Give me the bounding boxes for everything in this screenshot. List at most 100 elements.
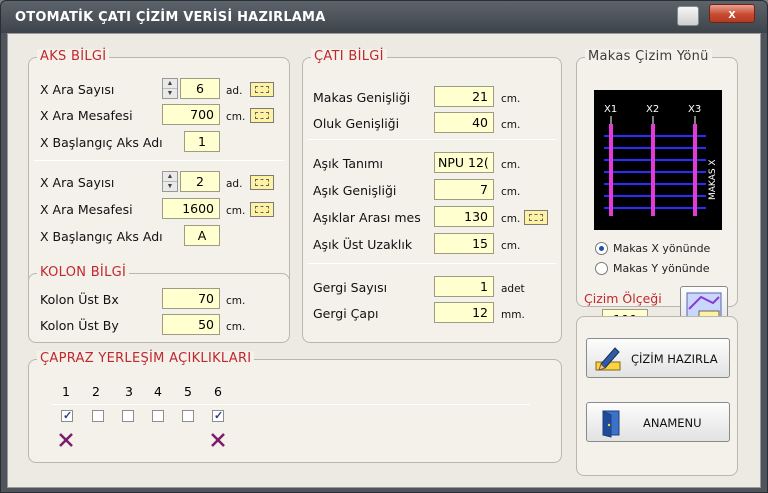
pencil-ruler-icon (595, 347, 621, 371)
makas-gen-unit: cm. (501, 93, 521, 105)
anamenu-label: ANAMENU (643, 416, 702, 430)
capraz-col-3: 3 (125, 384, 133, 399)
makas-preview: X1 X2 X3 MAKAS X (594, 90, 722, 230)
x-count-spinner[interactable]: ▲ ▼ (162, 78, 178, 99)
kolon-by-field[interactable]: 50 (162, 314, 220, 335)
cati-bilgi-legend: ÇATI BİLGİ (311, 49, 387, 64)
x-dist-label: X Ara Mesafesi (40, 108, 133, 123)
asik-ust-unit: cm. (501, 240, 521, 252)
cross-brace-icon-6 (211, 433, 225, 447)
gergi-sayi-unit: adet (501, 283, 525, 295)
oluk-gen-field[interactable]: 40 (434, 112, 494, 133)
makas-preview-drawing: X1 X2 X3 MAKAS X (604, 104, 718, 216)
y-start-field[interactable]: A (184, 225, 220, 246)
y-dist-edit-icon[interactable] (250, 202, 274, 217)
makas-gen-field[interactable]: 21 (434, 86, 494, 107)
x-count-unit: ad. (226, 85, 243, 97)
asik-ara-label: Aşıklar Arası mes (313, 210, 421, 225)
radio-makas-x-label: Makas X yönünde (613, 242, 711, 255)
capraz-col-2: 2 (92, 384, 100, 399)
kolon-bx-label: Kolon Üst Bx (40, 292, 119, 307)
asik-ust-field[interactable]: 15 (434, 233, 494, 254)
y-count-unit: ad. (226, 178, 243, 190)
capraz-checkbox-1[interactable] (61, 409, 73, 422)
asik-tanim-field[interactable]: NPU 12( (434, 152, 494, 173)
asik-ara-field[interactable]: 130 (434, 206, 494, 227)
cati-separator-1 (308, 139, 556, 140)
asik-ara-edit-icon[interactable] (524, 210, 548, 225)
gergi-sayi-field[interactable]: 1 (434, 276, 494, 297)
preview-label-x3: X3 (688, 104, 701, 115)
makas-gen-label: Makas Genişliği (313, 90, 411, 105)
aks-separator (34, 160, 284, 161)
kolon-bilgi-legend: KOLON BİLGİ (37, 265, 130, 280)
cati-separator-2 (308, 263, 556, 264)
gergi-sayi-label: Gergi Sayısı (313, 280, 388, 295)
capraz-checkbox-2[interactable] (92, 410, 104, 422)
capraz-group: ÇAPRAZ YERLEŞİM AÇIKLIKLARI (28, 351, 562, 463)
y-dist-label: X Ara Mesafesi (40, 202, 133, 217)
capraz-checkbox-5[interactable] (182, 410, 194, 422)
preview-side-label: MAKAS X (708, 159, 718, 200)
x-count-edit-icon[interactable] (250, 82, 274, 97)
x-start-field[interactable]: 1 (184, 131, 220, 152)
kolon-by-label: Kolon Üst By (40, 318, 119, 333)
makas-yonu-legend: Makas Çizim Yönü (585, 49, 712, 64)
capraz-checkbox-3[interactable] (122, 410, 134, 422)
x-count-label: X Ara Sayısı (40, 82, 115, 97)
x-dist-field[interactable]: 700 (162, 104, 220, 125)
aks-bilgi-legend: AKS BİLGİ (37, 49, 110, 64)
kolon-bx-unit: cm. (226, 295, 246, 307)
cross-brace-icon-1 (59, 433, 73, 447)
gergi-cap-field[interactable]: 12 (434, 302, 494, 323)
oluk-gen-label: Oluk Genişliği (313, 116, 400, 131)
window-title: OTOMATİK ÇATI ÇİZİM VERİSİ HAZIRLAMA (15, 10, 326, 25)
y-count-edit-icon[interactable] (250, 175, 274, 190)
close-button[interactable]: x (709, 4, 755, 23)
gergi-cap-unit: mm. (501, 309, 525, 321)
exit-door-icon (602, 410, 620, 438)
capraz-checkbox-6[interactable] (212, 409, 224, 422)
y-dist-field[interactable]: 1600 (162, 198, 220, 219)
y-count-spinner[interactable]: ▲ ▼ (162, 171, 178, 192)
minimize-button[interactable] (677, 6, 699, 26)
capraz-col-5: 5 (184, 384, 192, 399)
title-bar: OTOMATİK ÇATI ÇİZİM VERİSİ HAZIRLAMA x (1, 1, 767, 33)
capraz-checkbox-4[interactable] (152, 410, 164, 422)
cizim-hazirla-label: ÇİZİM HAZIRLA (631, 352, 718, 366)
y-count-field[interactable]: 2 (180, 171, 220, 192)
y-dist-unit: cm. (226, 205, 246, 217)
radio-makas-y-label: Makas Y yönünde (613, 262, 710, 275)
capraz-col-6: 6 (214, 384, 222, 399)
y-count-label: X Ara Sayısı (40, 175, 115, 190)
x-count-field[interactable]: 6 (180, 78, 220, 99)
y-start-label: X Başlangıç Aks Adı (40, 229, 163, 244)
asik-tanim-label: Aşık Tanımı (313, 156, 384, 171)
asik-gen-unit: cm. (501, 186, 521, 198)
asik-gen-field[interactable]: 7 (434, 179, 494, 200)
asik-ust-label: Aşık Üst Uzaklık (313, 237, 413, 252)
preview-label-x1: X1 (604, 104, 617, 115)
preview-label-x2: X2 (646, 104, 659, 115)
capraz-col-4: 4 (154, 384, 162, 399)
oluk-gen-unit: cm. (501, 119, 521, 131)
capraz-legend: ÇAPRAZ YERLEŞİM AÇIKLIKLARI (37, 351, 255, 366)
asik-gen-label: Aşık Genişliği (313, 183, 397, 198)
gergi-cap-label: Gergi Çapı (313, 306, 379, 321)
x-start-label: X Başlangıç Aks Adı (40, 135, 163, 150)
cizim-hazirla-button[interactable]: ÇİZİM HAZIRLA (586, 338, 730, 378)
radio-makas-x[interactable] (595, 242, 608, 255)
kolon-bx-field[interactable]: 70 (162, 288, 220, 309)
olcek-label: Çizim Ölçeği (584, 291, 662, 306)
asik-ara-unit: cm. (501, 213, 521, 225)
capraz-col-1: 1 (62, 384, 70, 399)
app-window: OTOMATİK ÇATI ÇİZİM VERİSİ HAZIRLAMA x A… (0, 0, 768, 493)
anamenu-button[interactable]: ANAMENU (586, 402, 730, 442)
kolon-by-unit: cm. (226, 321, 246, 333)
radio-makas-y[interactable] (595, 262, 608, 275)
client-area: AKS BİLGİ X Ara Sayısı ▲ ▼ 6 ad. X Ara Me… (7, 33, 761, 488)
capraz-rule (52, 404, 530, 405)
x-dist-unit: cm. (226, 111, 246, 123)
asik-tanim-unit: cm. (501, 159, 521, 171)
x-dist-edit-icon[interactable] (250, 108, 274, 123)
